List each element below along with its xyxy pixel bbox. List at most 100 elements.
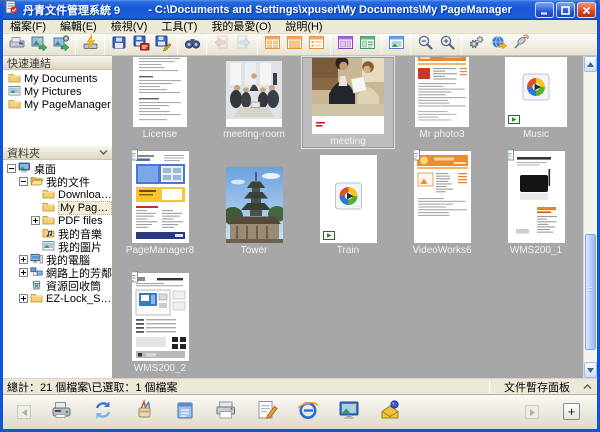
thumbnail-page[interactable] xyxy=(133,57,187,127)
thumbnail-wms200_1[interactable]: WMS200_1 xyxy=(489,144,583,257)
sync-button[interactable] xyxy=(90,399,116,425)
maximize-button[interactable] xyxy=(556,2,575,18)
search-button[interactable] xyxy=(181,35,203,55)
web-browser-button[interactable] xyxy=(487,35,509,55)
content-area: License meeting-room meeting Mr photo3 M… xyxy=(113,56,597,378)
thumbnail-music[interactable]: Music xyxy=(489,56,583,149)
quick-link-my-pagemanager[interactable]: My PageManager xyxy=(3,98,112,111)
prev-page-button xyxy=(210,35,232,55)
expand-plus-icon[interactable] xyxy=(19,294,28,303)
menu-item-2[interactable]: 編輯(E) xyxy=(53,20,104,34)
scroll-up-button[interactable] xyxy=(584,56,597,72)
send-mail-button[interactable] xyxy=(377,399,403,425)
note-edit-button[interactable] xyxy=(254,399,280,425)
thumbnail-tower[interactable]: Tower xyxy=(207,144,301,257)
thumbnail-page[interactable] xyxy=(320,155,377,243)
tree-item-label: 資源回收筒 xyxy=(46,278,101,294)
menu-item-5[interactable]: 我的最愛(O) xyxy=(204,20,278,34)
thumbnail-canvas[interactable]: License meeting-room meeting Mr photo3 M… xyxy=(113,56,583,378)
minimize-button[interactable] xyxy=(535,2,554,18)
slideshow-display-button[interactable] xyxy=(336,399,362,425)
thumbnail-page[interactable] xyxy=(414,151,471,243)
list-view-button[interactable] xyxy=(305,35,327,55)
thumbnail-wms200_2[interactable]: WMS200_2 xyxy=(113,262,207,375)
thumbnail-meeting[interactable]: meeting xyxy=(301,56,395,149)
sync-icon xyxy=(91,398,115,427)
fax-button[interactable] xyxy=(49,399,75,425)
zoom-in-button[interactable] xyxy=(436,35,458,55)
save-pdf-button[interactable] xyxy=(130,35,152,55)
expand-plus-icon[interactable] xyxy=(19,255,28,264)
thumbnail-page[interactable] xyxy=(226,167,283,243)
page-view-button[interactable] xyxy=(283,35,305,55)
thumbnail-page[interactable] xyxy=(415,57,469,127)
tree-item-10[interactable]: 資源回收筒 xyxy=(3,279,112,292)
chevron-down-icon[interactable] xyxy=(99,147,108,159)
tree-item-label: My PageManager xyxy=(58,201,112,215)
thumbnail-page-wrap xyxy=(132,263,189,361)
tray-scroll-right-button[interactable] xyxy=(525,405,539,419)
thumbnail-page[interactable] xyxy=(132,273,189,361)
quick-scan-button[interactable] xyxy=(79,35,101,55)
document-tray-label[interactable]: 文件暫存面板 xyxy=(494,379,580,395)
thumbnail-videoworks6[interactable]: VideoWorks6 xyxy=(395,144,489,257)
scrollbar-thumb[interactable] xyxy=(585,234,596,350)
tray-scroll-left-button[interactable] xyxy=(17,405,31,419)
settings-button[interactable] xyxy=(465,35,487,55)
slideshow-button[interactable] xyxy=(385,35,407,55)
collapse-minus-icon[interactable] xyxy=(7,164,16,173)
split-view-button[interactable] xyxy=(334,35,356,55)
slideshow-icon xyxy=(388,34,405,56)
thumbnail-label: License xyxy=(143,129,177,140)
collapse-minus-icon[interactable] xyxy=(19,177,28,186)
multi-page-badge-icon xyxy=(132,268,139,283)
thumbnail-pagemanager8[interactable]: PageManager8 xyxy=(113,144,207,257)
tree-item-11[interactable]: EZ-Lock_Setup577_tw xyxy=(3,292,112,305)
send-to-web-button[interactable] xyxy=(509,35,531,55)
vertical-scrollbar[interactable] xyxy=(583,56,597,378)
thumbnail-page[interactable] xyxy=(132,151,189,243)
zoom-in-icon xyxy=(439,34,456,56)
menu-item-4[interactable]: 工具(T) xyxy=(154,20,204,34)
thumbnail-page[interactable] xyxy=(505,57,567,127)
status-separator xyxy=(489,381,490,393)
acquire-image-button[interactable] xyxy=(28,35,50,55)
menu-item-1[interactable]: 檔案(F) xyxy=(3,20,53,34)
close-button[interactable] xyxy=(577,2,596,18)
chevron-up-icon[interactable] xyxy=(580,380,595,393)
tray-add-button[interactable]: + xyxy=(563,403,580,420)
toolbar-group xyxy=(334,35,378,55)
toolbar-group xyxy=(261,35,327,55)
menu-item-6[interactable]: 說明(H) xyxy=(278,20,329,34)
thumbnail-view-button[interactable] xyxy=(261,35,283,55)
thumbnail-train[interactable]: Train xyxy=(301,144,395,257)
scan-button[interactable] xyxy=(6,35,28,55)
window-title-path: - C:\Documents and Settings\xpuser\My Do… xyxy=(148,4,512,16)
menu-item-3[interactable]: 檢視(V) xyxy=(104,20,155,34)
notepad-button[interactable] xyxy=(172,399,198,425)
thumbnail-page[interactable] xyxy=(226,61,282,127)
stationery-button[interactable] xyxy=(131,399,157,425)
settings-icon xyxy=(468,34,485,56)
detail-view-button[interactable] xyxy=(356,35,378,55)
acquire-settings-button[interactable] xyxy=(50,35,72,55)
scroll-down-button[interactable] xyxy=(584,362,597,378)
expand-plus-icon[interactable] xyxy=(31,216,40,225)
save-button[interactable] xyxy=(108,35,130,55)
zoom-out-button[interactable] xyxy=(414,35,436,55)
internet-explorer-button[interactable] xyxy=(295,399,321,425)
save-as-button[interactable] xyxy=(152,35,174,55)
print-button[interactable] xyxy=(213,399,239,425)
thumbnail-license[interactable]: License xyxy=(113,56,207,149)
thumbnail-page[interactable] xyxy=(312,58,384,134)
multi-page-badge-icon xyxy=(508,146,515,161)
expand-plus-icon[interactable] xyxy=(19,268,28,277)
thumbnail-mr-photo3[interactable]: Mr photo3 xyxy=(395,56,489,149)
thumbnail-meeting-room[interactable]: meeting-room xyxy=(207,56,301,149)
thumbnail-page[interactable] xyxy=(508,151,565,243)
thumbnail-page-wrap xyxy=(320,145,377,243)
folders-header[interactable]: 資料夾 xyxy=(3,146,112,160)
list-view-icon xyxy=(308,34,325,56)
folders-header-label: 資料夾 xyxy=(7,145,99,161)
title-bar[interactable]: 丹青文件管理系統 9 - C:\Documents and Settings\x… xyxy=(0,0,600,20)
